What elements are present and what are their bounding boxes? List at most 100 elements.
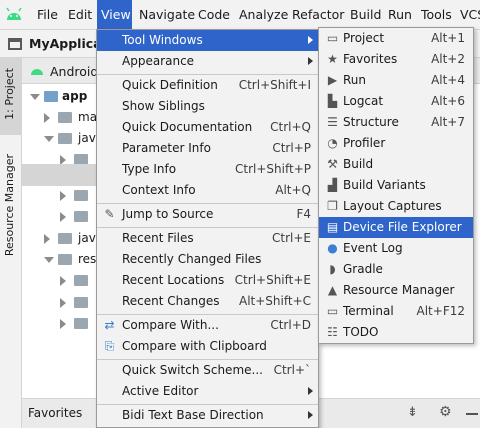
collapse-caret-icon[interactable] (60, 191, 66, 201)
menu-item-terminal[interactable]: ▭ Terminal Alt+F12 (319, 301, 473, 322)
package-folder-icon (74, 190, 88, 201)
menu-item-active-editor[interactable]: Active Editor (97, 381, 318, 402)
menu-item-recent-locations[interactable]: Recent Locations Ctrl+Shift+E (97, 270, 318, 291)
menu-file[interactable]: File (37, 0, 58, 30)
menu-item-label: Tool Windows (122, 33, 203, 47)
menu-item-build-variants[interactable]: ▟ Build Variants (319, 175, 473, 196)
menu-item-label: Type Info (122, 162, 177, 176)
menu-item-label: Compare with Clipboard (122, 339, 267, 353)
logcat-icon: ▙ (327, 94, 338, 108)
project-view-selector[interactable]: Android (50, 64, 98, 79)
menu-item-type-info[interactable]: Type Info Ctrl+Shift+P (97, 159, 318, 180)
menu-item-build[interactable]: ⚒ Build (319, 154, 473, 175)
menu-item-bidi-text-base-direction[interactable]: Bidi Text Base Direction (97, 405, 318, 426)
collapse-caret-icon[interactable] (44, 113, 50, 123)
menu-item-recent-changes[interactable]: Recent Changes Alt+Shift+C (97, 291, 318, 312)
menu-item-label: Recent Locations (122, 273, 225, 287)
menu-item-label: Gradle (343, 262, 383, 276)
menu-item-parameter-info[interactable]: Parameter Info Ctrl+P (97, 138, 318, 159)
menu-item-shortcut: Alt+Q (275, 183, 311, 197)
menu-item-shortcut: Ctrl+` (273, 363, 311, 377)
folder-icon (74, 318, 88, 329)
menu-item-shortcut: Alt+4 (431, 73, 465, 87)
menu-item-favorites[interactable]: ★ Favorites Alt+2 (319, 49, 473, 70)
menu-view[interactable]: View (97, 0, 132, 30)
menu-tools[interactable]: Tools (421, 0, 452, 30)
menu-item-project[interactable]: ▭ Project Alt+1 (319, 28, 473, 49)
collapse-caret-icon[interactable] (60, 298, 66, 308)
favorites-label[interactable]: Favorites (28, 406, 82, 420)
selected-tree-row[interactable] (22, 164, 97, 186)
menu-refactor[interactable]: Refactor (292, 0, 344, 30)
resource-manager-tool-tab[interactable]: Resource Manager (3, 154, 16, 256)
profiler-icon: ◔ (327, 136, 338, 150)
menu-item-run[interactable]: ▶ Run Alt+4 (319, 70, 473, 91)
menu-build[interactable]: Build (350, 0, 381, 30)
menu-item-context-info[interactable]: Context Info Alt+Q (97, 180, 318, 201)
gear-icon[interactable]: ⚙ (439, 404, 452, 420)
menu-item-device-file-explorer[interactable]: ▤ Device File Explorer (319, 217, 473, 238)
menu-navigate[interactable]: Navigate (139, 0, 195, 30)
menu-item-profiler[interactable]: ◔ Profiler (319, 133, 473, 154)
todo-list-icon: ☷ (327, 325, 338, 339)
menu-item-gradle[interactable]: ◗ Gradle (319, 259, 473, 280)
menu-item-label: Bidi Text Base Direction (122, 408, 264, 422)
collapse-caret-icon[interactable] (60, 276, 66, 286)
expand-caret-icon[interactable] (44, 257, 54, 263)
menu-item-layout-captures[interactable]: ❐ Layout Captures (319, 196, 473, 217)
terminal-icon: ▭ (326, 304, 339, 318)
menu-item-label: Recent Changes (122, 294, 220, 308)
menu-item-shortcut: Ctrl+E (272, 231, 311, 245)
tree-item-manifests[interactable]: ma (78, 107, 97, 128)
menu-item-label: Active Editor (122, 384, 199, 398)
menu-item-label: Build Variants (343, 178, 426, 192)
collapse-caret-icon[interactable] (44, 234, 50, 244)
compare-clipboard-icon: ⎘ (104, 339, 115, 353)
menu-edit[interactable]: Edit (68, 0, 92, 30)
menu-item-shortcut: Alt+6 (431, 94, 465, 108)
menu-analyze[interactable]: Analyze (239, 0, 288, 30)
submenu-arrow-icon (308, 387, 313, 395)
menu-code[interactable]: Code (198, 0, 230, 30)
expand-caret-icon[interactable] (44, 136, 54, 142)
menu-vcs[interactable]: VCS (460, 0, 480, 30)
menu-item-recently-changed-files[interactable]: Recently Changed Files (97, 249, 318, 270)
menu-item-show-siblings[interactable]: Show Siblings (97, 96, 318, 117)
menu-item-event-log[interactable]: ● Event Log (319, 238, 473, 259)
expand-caret-icon[interactable] (30, 94, 40, 100)
menu-item-quick-definition[interactable]: Quick Definition Ctrl+Shift+I (97, 75, 318, 96)
menu-item-todo[interactable]: ☷ TODO (319, 322, 473, 343)
menu-item-structure[interactable]: ☰ Structure Alt+7 (319, 112, 473, 133)
menu-item-logcat[interactable]: ▙ Logcat Alt+6 (319, 91, 473, 112)
menu-item-shortcut: Ctrl+Shift+P (235, 162, 311, 176)
menu-item-quick-documentation[interactable]: Quick Documentation Ctrl+Q (97, 117, 318, 138)
folder-icon (74, 297, 88, 308)
menu-item-shortcut: Ctrl+Shift+I (238, 78, 311, 92)
menu-item-resource-manager[interactable]: ▲ Resource Manager (319, 280, 473, 301)
menu-run[interactable]: Run (388, 0, 412, 30)
layout-captures-icon: ❐ (327, 199, 338, 213)
menu-item-label: Device File Explorer (343, 220, 462, 234)
tree-item-app[interactable]: app (62, 86, 87, 107)
collapse-all-icon[interactable]: ⇟ (407, 405, 418, 420)
menu-item-shortcut: Alt+7 (431, 115, 465, 129)
menu-item-jump-to-source[interactable]: ✎ Jump to Source F4 (97, 204, 318, 225)
menu-item-shortcut: Alt+1 (431, 31, 465, 45)
tree-item-res[interactable]: res (78, 249, 96, 270)
menu-item-recent-files[interactable]: Recent Files Ctrl+E (97, 228, 318, 249)
collapse-caret-icon[interactable] (60, 212, 66, 222)
project-tool-tab[interactable]: 1: Project (3, 68, 16, 120)
menu-item-label: Jump to Source (122, 207, 214, 221)
menu-item-appearance[interactable]: Appearance (97, 51, 318, 72)
menu-item-compare-with-clipboard[interactable]: ⎘ Compare with Clipboard (97, 336, 318, 357)
menu-item-shortcut: Ctrl+P (272, 141, 311, 155)
menu-item-quick-switch-scheme[interactable]: Quick Switch Scheme... Ctrl+` (97, 360, 318, 381)
collapse-caret-icon[interactable] (60, 319, 66, 329)
menu-item-tool-windows[interactable]: Tool Windows (97, 30, 318, 51)
menu-item-label: Appearance (122, 54, 195, 68)
submenu-arrow-icon (308, 36, 313, 44)
build-variants-icon: ▟ (327, 178, 338, 192)
res-folder-icon (58, 254, 72, 265)
menu-item-compare-with[interactable]: ⇄ Compare With... Ctrl+D (97, 315, 318, 336)
minimize-icon[interactable] (466, 413, 478, 415)
